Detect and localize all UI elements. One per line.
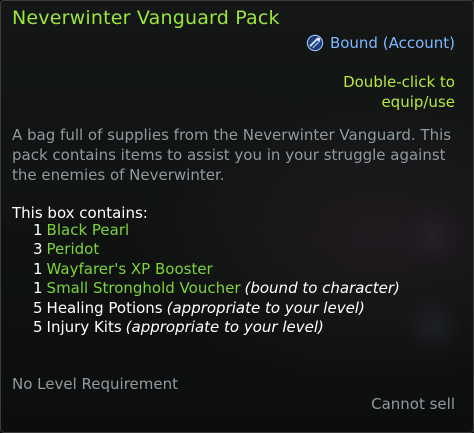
item-title: Neverwinter Vanguard Pack — [12, 7, 280, 29]
list-item: 5 Healing Potions (appropriate to your lev… — [33, 299, 400, 318]
item-name: Black Pearl — [46, 221, 130, 239]
item-quantity: 1 — [33, 259, 43, 278]
list-item: 1 Black Pearl — [33, 221, 400, 240]
item-note: (appropriate to your level) — [125, 318, 324, 337]
item-quantity: 5 — [33, 298, 43, 317]
item-quantity: 1 — [33, 221, 43, 239]
equip-hint: Double-click to equip/use — [343, 73, 455, 111]
item-quantity: 3 — [33, 240, 43, 259]
list-item: 1 Wayfarer's XP Booster — [33, 260, 400, 279]
item-description: A bag full of supplies from the Neverwin… — [12, 126, 452, 184]
bound-account-icon — [306, 34, 324, 52]
level-requirement: No Level Requirement — [12, 375, 178, 393]
list-item: 3 Peridot — [33, 240, 400, 259]
item-note: (appropriate to your level) — [166, 298, 365, 317]
list-item: 1 Small Stronghold Voucher (bound to chara… — [33, 279, 400, 298]
background-decoration — [401, 296, 465, 356]
item-name: Injury Kits — [46, 318, 122, 337]
contents-list: 1 Black Pearl 3 Peridot 1 Wayfarer's XP Boo… — [33, 221, 400, 337]
binding-status: Bound (Account) — [306, 34, 455, 52]
item-name: Peridot — [46, 240, 100, 259]
item-note: (bound to character) — [244, 279, 400, 298]
item-name: Healing Potions — [46, 298, 163, 317]
sell-status: Cannot sell — [371, 395, 455, 413]
list-item: 5 Injury Kits (appropriate to your level) — [33, 318, 400, 337]
item-tooltip: Neverwinter Vanguard Pack Bound (Account… — [0, 0, 474, 433]
contents-header: This box contains: — [12, 204, 148, 222]
background-decoration — [401, 206, 465, 266]
item-quantity: 5 — [33, 318, 43, 337]
item-quantity: 1 — [33, 279, 43, 298]
binding-label: Bound (Account) — [329, 34, 455, 52]
item-name: Small Stronghold Voucher — [46, 279, 241, 298]
item-name: Wayfarer's XP Booster — [46, 259, 213, 278]
